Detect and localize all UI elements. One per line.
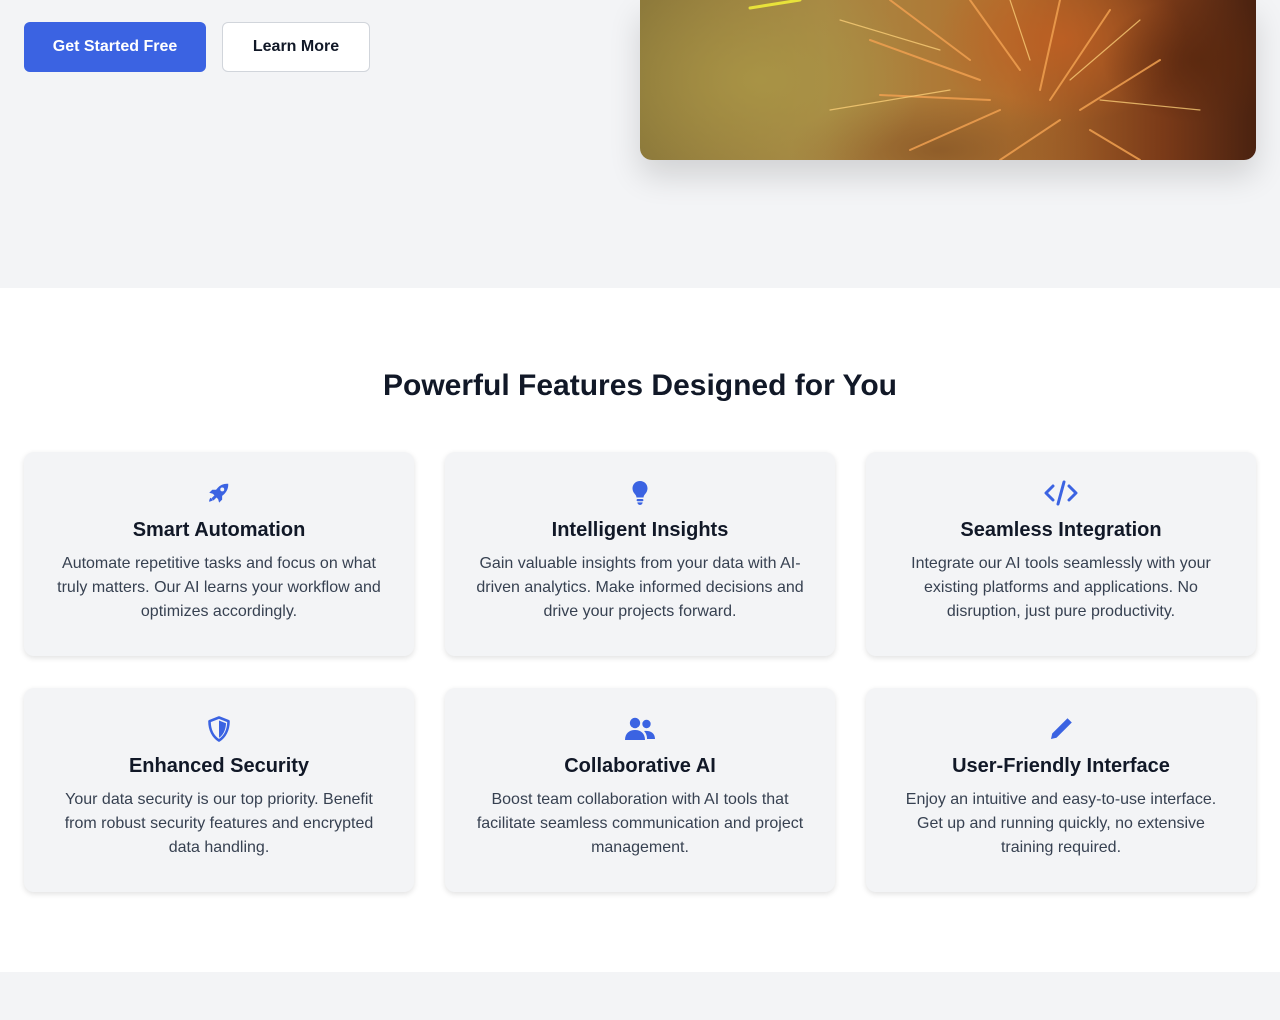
- hero-section: Get Started Free Learn More: [0, 0, 1280, 288]
- learn-more-button[interactable]: Learn More: [222, 22, 370, 72]
- feature-title: Enhanced Security: [128, 755, 310, 777]
- feature-title: Intelligent Insights: [551, 519, 729, 541]
- feature-card-intelligent-insights: Intelligent Insights Gain valuable insig…: [445, 452, 835, 656]
- feature-description: Enjoy an intuitive and easy-to-use inter…: [905, 791, 1217, 856]
- features-title: Powerful Features Designed for You: [383, 369, 897, 402]
- feature-description: Boost team collaboration with AI tools t…: [476, 791, 804, 856]
- users-icon: [473, 716, 807, 742]
- features-section: Powerful Features Designed for You Smart…: [0, 288, 1280, 972]
- feature-title: User-Friendly Interface: [952, 755, 1170, 777]
- hero-buttons: Get Started Free Learn More: [24, 22, 370, 72]
- feature-card-enhanced-security: Enhanced Security Your data security is …: [24, 688, 414, 892]
- feature-card-user-friendly-interface: User-Friendly Interface Enjoy an intuiti…: [866, 688, 1256, 892]
- feature-title: Seamless Integration: [960, 519, 1162, 541]
- shield-icon: [52, 716, 386, 742]
- next-section-strip: [0, 972, 1280, 1020]
- pen-icon: [894, 716, 1228, 742]
- feature-title: Smart Automation: [132, 519, 306, 541]
- lightbulb-icon: [473, 480, 807, 506]
- feature-card-collaborative-ai: Collaborative AI Boost team collaboratio…: [445, 688, 835, 892]
- code-icon: [894, 480, 1228, 506]
- feature-description: Integrate our AI tools seamlessly with y…: [911, 555, 1211, 620]
- hero-image: [640, 0, 1256, 160]
- feature-card-smart-automation: Smart Automation Automate repetitive tas…: [24, 452, 414, 656]
- feature-description: Gain valuable insights from your data wi…: [476, 555, 804, 620]
- get-started-button[interactable]: Get Started Free: [24, 22, 206, 72]
- rocket-icon: [52, 480, 386, 506]
- feature-description: Your data security is our top priority. …: [64, 791, 374, 856]
- feature-description: Automate repetitive tasks and focus on w…: [57, 555, 381, 620]
- feature-card-seamless-integration: Seamless Integration Integrate our AI to…: [866, 452, 1256, 656]
- feature-title: Collaborative AI: [564, 755, 716, 777]
